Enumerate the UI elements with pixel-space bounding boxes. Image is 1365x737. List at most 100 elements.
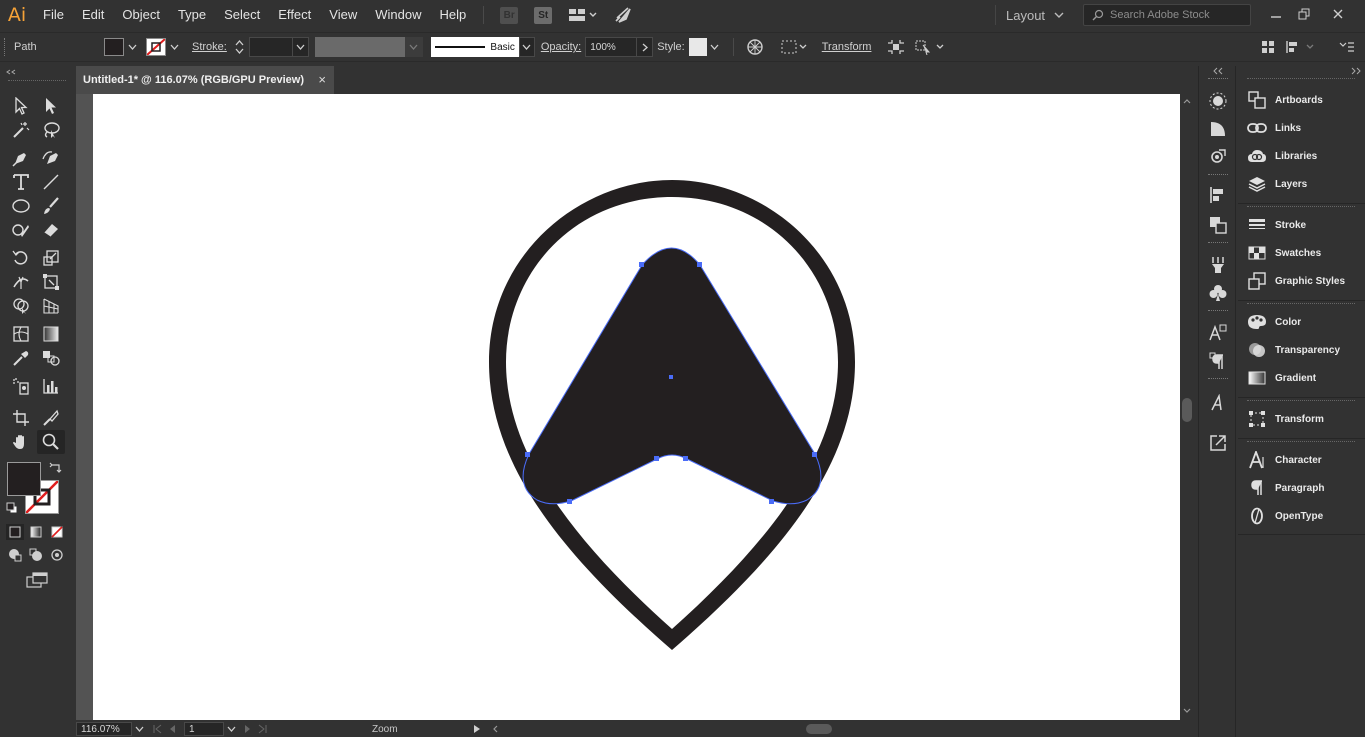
- control-bar-menu-button[interactable]: [1336, 38, 1358, 56]
- panel-grip[interactable]: [1247, 400, 1355, 403]
- fill-dropdown[interactable]: [124, 38, 140, 56]
- stock-button[interactable]: St: [532, 5, 554, 25]
- screen-mode-button[interactable]: [24, 571, 50, 589]
- zoom-tool[interactable]: [37, 430, 65, 454]
- zoom-dropdown[interactable]: [132, 722, 146, 736]
- vertical-scroll-thumb[interactable]: [1182, 398, 1192, 422]
- draw-normal-button[interactable]: [6, 546, 24, 564]
- variable-width-dropdown[interactable]: [404, 37, 423, 57]
- panel-links[interactable]: Links: [1238, 114, 1365, 142]
- none-mode-button[interactable]: [48, 524, 66, 540]
- shape-builder-tool[interactable]: [7, 294, 35, 318]
- scale-tool[interactable]: [37, 246, 65, 270]
- mesh-tool[interactable]: [7, 322, 35, 346]
- perspective-grid-tool[interactable]: [37, 294, 65, 318]
- transform-link[interactable]: Transform: [822, 41, 872, 53]
- panel-libraries[interactable]: Libraries: [1238, 142, 1365, 170]
- free-transform-tool[interactable]: [37, 270, 65, 294]
- anchor-point[interactable]: [525, 452, 530, 457]
- close-window-button[interactable]: [1324, 4, 1352, 24]
- hand-tool[interactable]: [7, 430, 35, 454]
- menu-file[interactable]: File: [34, 0, 73, 30]
- gradient-tool[interactable]: [37, 322, 65, 346]
- anchor-point[interactable]: [654, 456, 659, 461]
- brush-dropdown[interactable]: [518, 37, 535, 57]
- graphic-style-dropdown[interactable]: [707, 38, 723, 56]
- panel-paragraph[interactable]: Paragraph: [1238, 474, 1365, 502]
- recolor-artwork-button[interactable]: [744, 36, 766, 58]
- column-graph-tool[interactable]: [37, 374, 65, 398]
- menu-window[interactable]: Window: [366, 0, 430, 30]
- panel-grip[interactable]: [1247, 303, 1355, 306]
- lasso-tool[interactable]: [37, 118, 65, 142]
- center-point[interactable]: [669, 375, 673, 379]
- restore-button[interactable]: [1290, 4, 1318, 24]
- panel-transform[interactable]: Transform: [1238, 405, 1365, 433]
- pathfinder-button[interactable]: [1207, 214, 1229, 236]
- collapse-toolbar-button[interactable]: [6, 68, 16, 77]
- pen-tool[interactable]: [7, 146, 35, 170]
- ellipse-tool[interactable]: [7, 194, 35, 218]
- stroke-weight-field[interactable]: [248, 37, 293, 57]
- vertical-scrollbar[interactable]: [1180, 94, 1194, 720]
- menu-view[interactable]: View: [320, 0, 366, 30]
- symbols-button[interactable]: [1207, 282, 1229, 304]
- panel-transparency[interactable]: Transparency: [1238, 336, 1365, 364]
- panel-stroke[interactable]: Stroke: [1238, 211, 1365, 239]
- document-tab[interactable]: Untitled-1* @ 116.07% (RGB/GPU Preview) …: [76, 66, 334, 94]
- arrange-documents-button[interactable]: [566, 5, 600, 25]
- status-menu-icon[interactable]: [472, 724, 482, 734]
- magic-wand-tool[interactable]: [7, 118, 35, 142]
- eraser-tool[interactable]: [37, 218, 65, 242]
- double-chevron-left-icon[interactable]: [1212, 67, 1224, 75]
- draw-behind-button[interactable]: [27, 546, 45, 564]
- panel-grip[interactable]: [1208, 310, 1228, 313]
- stroke-weight-stepper[interactable]: [233, 37, 247, 57]
- draw-inside-button[interactable]: [48, 546, 66, 564]
- stroke-dropdown[interactable]: [166, 38, 182, 56]
- opacity-expand-button[interactable]: [637, 37, 654, 57]
- artboard-dropdown[interactable]: [224, 722, 238, 736]
- arrange-panel-button[interactable]: [1260, 38, 1276, 56]
- stock-search-field[interactable]: Search Adobe Stock: [1083, 4, 1251, 26]
- stroke-swatch[interactable]: [146, 38, 166, 56]
- color-guide-button[interactable]: [1207, 90, 1229, 112]
- default-fill-stroke-button[interactable]: [6, 502, 18, 514]
- rotate-tool[interactable]: [7, 246, 35, 270]
- panel-grip[interactable]: [1208, 378, 1228, 381]
- character-styles-button[interactable]: [1207, 322, 1229, 344]
- selection-tool[interactable]: [7, 94, 35, 118]
- curvature-tool[interactable]: [37, 146, 65, 170]
- next-artboard-icon[interactable]: [244, 724, 252, 734]
- appearance-button[interactable]: [1207, 146, 1229, 168]
- control-bar-grip[interactable]: [4, 38, 10, 56]
- blend-tool[interactable]: [37, 346, 65, 370]
- fill-swatch[interactable]: [104, 38, 124, 56]
- panel-swatches[interactable]: Swatches: [1238, 239, 1365, 267]
- previous-artboard-icon[interactable]: [168, 724, 176, 734]
- align-distribute-button[interactable]: [1284, 38, 1320, 56]
- swap-fill-stroke-button[interactable]: [49, 462, 63, 476]
- anchor-point[interactable]: [639, 262, 644, 267]
- stroke-label[interactable]: Stroke:: [192, 41, 227, 53]
- horizontal-scroll-thumb[interactable]: [806, 724, 832, 734]
- panel-layers[interactable]: Layers: [1238, 170, 1365, 198]
- panel-artboards[interactable]: Artboards: [1238, 86, 1365, 114]
- panel-character[interactable]: Character: [1238, 446, 1365, 474]
- variable-width-profile[interactable]: [314, 37, 405, 57]
- menu-help[interactable]: Help: [430, 0, 475, 30]
- zoom-level-field[interactable]: 116.07%: [76, 722, 132, 736]
- panel-opentype[interactable]: OpenType: [1238, 502, 1365, 530]
- anchor-point[interactable]: [769, 499, 774, 504]
- align-panel-button[interactable]: [1207, 184, 1229, 206]
- select-similar-button[interactable]: [913, 36, 949, 58]
- panel-grip[interactable]: [1247, 206, 1355, 209]
- paragraph-styles-button[interactable]: [1207, 350, 1229, 372]
- gradient-mode-button[interactable]: [27, 524, 45, 540]
- panel-grip[interactable]: [1247, 78, 1355, 81]
- gpu-performance-button[interactable]: [612, 5, 634, 25]
- menu-edit[interactable]: Edit: [73, 0, 113, 30]
- panel-grip[interactable]: [1208, 174, 1228, 177]
- menu-object[interactable]: Object: [113, 0, 169, 30]
- panel-graphic-styles[interactable]: Graphic Styles: [1238, 267, 1365, 295]
